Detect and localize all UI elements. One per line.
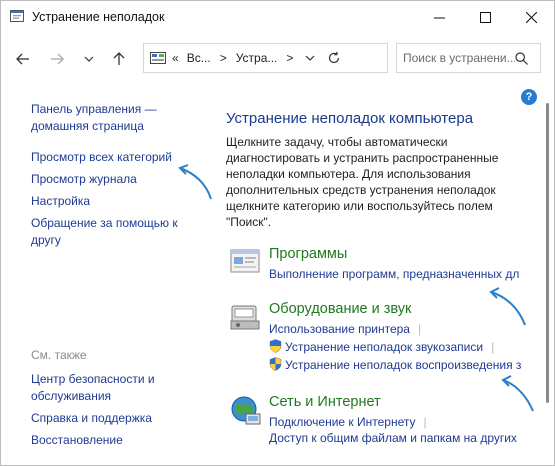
address-dropdown-icon[interactable] [305, 54, 315, 62]
hardware-sound-title[interactable]: Оборудование и звук [269, 301, 411, 317]
scrollbar-thumb[interactable] [546, 103, 549, 403]
maximize-button[interactable] [462, 1, 508, 33]
home-link-line2[interactable]: домашняя страница [31, 118, 191, 135]
breadcrumb-separator[interactable]: > [220, 51, 227, 65]
up-button[interactable] [107, 47, 131, 71]
security-maintenance-link[interactable]: Центр безопасности и обслуживания [31, 371, 201, 405]
help-glyph: ? [525, 91, 533, 103]
see-also-heading: См. также [31, 348, 87, 362]
internet-connection-link[interactable]: Подключение к Интернету [269, 415, 416, 429]
help-link-line1[interactable]: Обращение за помощью к [31, 215, 191, 232]
recent-locations-button[interactable] [77, 47, 101, 71]
control-panel-icon [150, 52, 166, 64]
troubleshooting-app-icon [10, 10, 24, 22]
audio-recording-link[interactable]: Устранение неполадок звукозаписи [285, 340, 483, 354]
annotation-arrow-icon [489, 287, 526, 326]
view-all-categories-link[interactable]: Просмотр всех категорий [31, 149, 191, 166]
navigation-bar: « Вс... > Устра... > [1, 39, 554, 79]
internet-connection-link-row: Подключение к Интернету | [269, 414, 427, 430]
maximize-icon [479, 11, 491, 23]
close-button[interactable] [508, 1, 554, 33]
recovery-link[interactable]: Восстановление [31, 432, 201, 449]
minimize-button[interactable] [416, 1, 462, 33]
vertical-scrollbar[interactable] [544, 85, 552, 461]
search-input[interactable] [403, 51, 515, 65]
programs-compat-link[interactable]: Выполнение программ, предназначенных дл [269, 266, 519, 282]
chevron-down-icon [84, 56, 94, 62]
left-pane: Панель управления — домашняя страница Пр… [31, 101, 191, 249]
audio-recording-link-row: Устранение неполадок звукозаписи | [269, 339, 494, 355]
help-support-link[interactable]: Справка и поддержка [31, 410, 201, 427]
troubleshooting-window: Устранение неполадок « Вс... > Устра... … [0, 0, 555, 466]
back-arrow-icon [16, 53, 29, 65]
search-icon[interactable] [515, 51, 528, 65]
link-separator: | [417, 322, 422, 336]
audio-playback-link-row: Устранение неполадок воспроизведения з [269, 357, 521, 373]
breadcrumb-troubleshooting[interactable]: Устра... [236, 51, 278, 65]
title-bar: Устранение неполадок [1, 1, 554, 33]
audio-playback-link[interactable]: Устранение неполадок воспроизведения з [285, 358, 521, 372]
network-internet-title[interactable]: Сеть и Интернет [269, 394, 381, 410]
shared-folders-link[interactable]: Доступ к общим файлам и папкам на других [269, 430, 517, 446]
get-help-from-friend-link[interactable]: Обращение за помощью к другу [31, 215, 191, 249]
network-internet-icon[interactable] [229, 394, 263, 428]
see-also-list: Центр безопасности и обслуживания Справк… [31, 371, 201, 449]
security-link-line2[interactable]: обслуживания [31, 388, 201, 405]
programs-icon[interactable] [229, 246, 263, 280]
up-arrow-icon [113, 52, 125, 65]
page-description: Щелкните задачу, чтобы автоматически диа… [226, 135, 499, 229]
link-separator: | [491, 340, 495, 354]
close-icon [525, 11, 537, 23]
programs-title[interactable]: Программы [269, 246, 347, 262]
back-button[interactable] [11, 47, 35, 71]
settings-link[interactable]: Настройка [31, 193, 191, 210]
control-panel-home-link[interactable]: Панель управления — домашняя страница [31, 101, 191, 135]
refresh-icon[interactable] [327, 51, 341, 65]
link-separator: | [423, 415, 427, 429]
hardware-sound-icon[interactable] [229, 301, 263, 335]
breadcrumb-overflow[interactable]: « [172, 51, 179, 65]
forward-arrow-icon [51, 53, 64, 65]
help-button[interactable]: ? [521, 89, 537, 105]
page-title: Устранение неполадок компьютера [226, 110, 474, 127]
forward-button[interactable] [45, 47, 69, 71]
breadcrumb-separator[interactable]: > [286, 51, 293, 65]
uac-shield-icon [269, 339, 282, 353]
address-bar[interactable]: « Вс... > Устра... > [143, 43, 388, 73]
view-history-link[interactable]: Просмотр журнала [31, 171, 191, 188]
home-link-line1[interactable]: Панель управления — [31, 101, 191, 118]
help-link-line2[interactable]: другу [31, 232, 191, 249]
uac-shield-icon [269, 357, 282, 371]
minimize-icon [433, 17, 445, 18]
search-box[interactable] [396, 43, 541, 73]
breadcrumb-all-items[interactable]: Вс... [187, 51, 211, 65]
annotation-arrow-icon [501, 375, 534, 412]
security-link-line1[interactable]: Центр безопасности и [31, 371, 201, 388]
printer-link[interactable]: Использование принтера [269, 322, 410, 336]
printer-link-row: Использование принтера | [269, 321, 421, 337]
window-title: Устранение неполадок [32, 10, 165, 24]
